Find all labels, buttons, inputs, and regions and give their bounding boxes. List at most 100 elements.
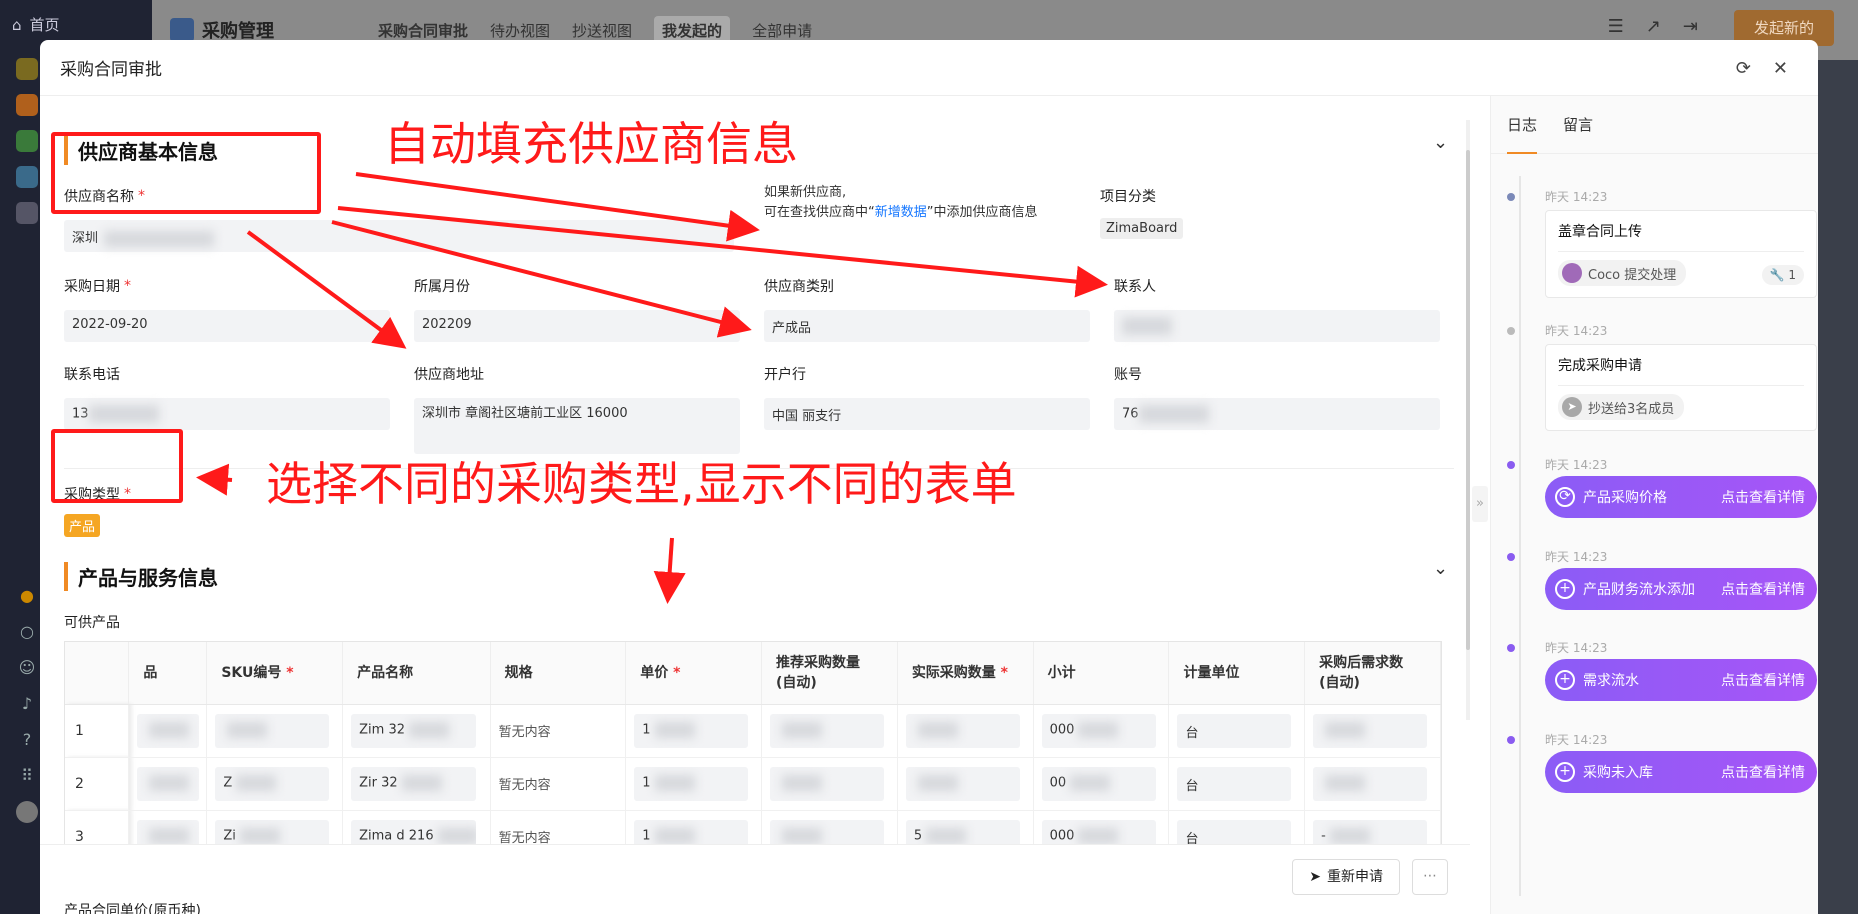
tab-comments[interactable]: 留言 xyxy=(1563,96,1593,154)
supplier-type-input[interactable]: 产成品 xyxy=(764,310,1090,342)
home-label: 首页 xyxy=(29,16,60,34)
app-icon[interactable] xyxy=(16,94,38,116)
bell-icon[interactable]: ♪ xyxy=(16,693,38,715)
contact-input[interactable] xyxy=(1114,310,1440,342)
view-title[interactable]: 采购合同审批 xyxy=(378,20,468,41)
cell-input[interactable]: 00 xyxy=(1041,766,1156,801)
redacted xyxy=(401,774,442,791)
timeline-action-pill[interactable]: + 采购未入库 点击查看详情 xyxy=(1545,751,1817,793)
activity-panel: 日志 留言 昨天 14:23 盖章合同上传 Coco 提交处理 🔧 1 昨天 14:23… xyxy=(1490,96,1818,914)
view-details-link[interactable]: 点击查看详情 xyxy=(1721,487,1805,507)
cell-input[interactable]: 000 xyxy=(1041,713,1156,748)
refresh-icon[interactable]: ⟳ xyxy=(1736,58,1751,79)
address-input[interactable]: 深圳市 章阁社区塘前工业区 16000 xyxy=(414,398,740,454)
grid-icon[interactable] xyxy=(16,202,38,224)
cell-input[interactable]: 台 xyxy=(1177,713,1292,748)
users-icon[interactable]: ☺ xyxy=(16,657,38,679)
cell-value: Z xyxy=(223,775,233,790)
cell-input[interactable]: 1 xyxy=(634,713,749,748)
list-icon[interactable]: ☰ xyxy=(1608,16,1624,37)
supplier-name-input[interactable]: 深圳 xyxy=(64,220,734,252)
timeline-time: 昨天 14:23 xyxy=(1545,550,1608,564)
sidebar-bottom-icons: ● ○ ☺ ♪ ? ⠿ xyxy=(16,585,38,823)
month-input[interactable]: 202209 xyxy=(414,310,740,342)
field-purchase-date: 采购日期 * 2022-09-20 xyxy=(64,276,390,342)
add-icon[interactable]: ● xyxy=(16,585,38,607)
label-text: 所属月份 xyxy=(414,279,470,295)
home-nav[interactable]: ⌂ 首页 xyxy=(12,14,60,35)
cell-input[interactable]: 台 xyxy=(1177,766,1292,801)
account-input[interactable]: 76 xyxy=(1114,398,1440,430)
spec-text: 暂无内容 xyxy=(498,778,551,793)
app-icon[interactable] xyxy=(16,166,38,188)
table-cell xyxy=(1304,704,1441,758)
chart-icon[interactable]: ↗ xyxy=(1646,16,1661,37)
table-cell xyxy=(206,704,344,758)
search-icon[interactable]: ○ xyxy=(16,621,38,643)
timeline-action-pill[interactable]: ⟳ 产品采购价格 点击查看详情 xyxy=(1545,476,1817,518)
products-table: 品 SKU编号 * 产品名称 规格 单价 * 推荐采购数量 (自动) 实际采购数量 * 小计计… xyxy=(64,641,1442,869)
redacted xyxy=(88,405,159,423)
purchase-type-tag[interactable]: 产品 xyxy=(64,514,101,537)
cell-input[interactable]: Z xyxy=(215,766,330,801)
cell-input[interactable]: Zir 32 xyxy=(351,766,476,801)
cell-input[interactable] xyxy=(1313,766,1428,801)
redacted xyxy=(1329,827,1370,844)
annotation-box-supplier xyxy=(51,132,321,214)
required-mark: * xyxy=(281,664,294,681)
hint-line2: 可在查找供应商中“新增数据”中添加供应商信息 xyxy=(764,203,1038,223)
cell-input[interactable] xyxy=(137,713,200,748)
bank-input[interactable]: 中国 丽支行 xyxy=(764,398,1090,430)
view-details-link[interactable]: 点击查看详情 xyxy=(1721,579,1805,599)
chip-text: 抄送给3名成员 xyxy=(1588,401,1675,417)
field-phone: 联系电话 13 xyxy=(64,364,390,430)
cell-input[interactable] xyxy=(1313,713,1428,748)
table-cell: 台 xyxy=(1168,704,1306,758)
cell-input[interactable] xyxy=(215,713,330,748)
redacted xyxy=(149,774,190,791)
redacted xyxy=(1325,721,1366,738)
tab-log[interactable]: 日志 xyxy=(1507,96,1538,154)
chevron-down-icon[interactable]: ⌄ xyxy=(1433,558,1448,579)
value-text: 深圳 xyxy=(72,231,99,246)
tab-all[interactable]: 全部申请 xyxy=(752,20,812,41)
redacted xyxy=(1078,827,1119,844)
chevron-down-icon[interactable]: ⌄ xyxy=(1433,132,1448,153)
scrollbar-thumb[interactable] xyxy=(1466,150,1470,650)
phone-input[interactable]: 13 xyxy=(64,398,390,430)
cell-input[interactable] xyxy=(137,766,200,801)
apps-icon[interactable]: ⠿ xyxy=(16,765,38,787)
table-cell xyxy=(761,757,898,811)
exit-icon[interactable]: ⇥ xyxy=(1683,16,1698,37)
view-details-link[interactable]: 点击查看详情 xyxy=(1721,670,1805,690)
column-header: SKU编号 * xyxy=(206,642,344,705)
add-data-link[interactable]: 新增数据 xyxy=(875,205,927,220)
purchase-date-input[interactable]: 2022-09-20 xyxy=(64,310,390,342)
timeline-action-pill[interactable]: + 产品财务流水添加 点击查看详情 xyxy=(1545,568,1817,610)
close-icon[interactable]: ✕ xyxy=(1773,58,1788,79)
field-label: 供应商地址 xyxy=(414,364,740,384)
app-icon[interactable] xyxy=(16,130,38,152)
app-icon[interactable] xyxy=(16,58,38,80)
avatar[interactable] xyxy=(16,801,38,823)
modal-header-actions: ⟳ ✕ xyxy=(1736,58,1788,79)
collapse-panel-handle[interactable]: » xyxy=(1472,486,1488,522)
cell-input[interactable] xyxy=(905,713,1020,748)
cell-input[interactable]: Zim 32 xyxy=(351,713,476,748)
modal-footer: 产品合同单价(原币种) ➤ 重新申请 ⋯ xyxy=(40,844,1470,914)
view-details-link[interactable]: 点击查看详情 xyxy=(1721,762,1805,782)
more-button[interactable]: ⋯ xyxy=(1412,859,1448,895)
help-icon[interactable]: ? xyxy=(16,729,38,751)
field-label: 所属月份 xyxy=(414,276,740,296)
cell-input[interactable] xyxy=(905,766,1020,801)
status-chip: Coco 提交处理 xyxy=(1558,260,1687,286)
reapply-button[interactable]: ➤ 重新申请 xyxy=(1292,859,1400,895)
cell-value: 000 xyxy=(1049,722,1075,737)
timeline-action-pill[interactable]: + 需求流水 点击查看详情 xyxy=(1545,659,1817,701)
cell-input[interactable]: 1 xyxy=(634,766,749,801)
tab-todo[interactable]: 待办视图 xyxy=(490,20,550,41)
tab-cc[interactable]: 抄送视图 xyxy=(572,20,632,41)
plus-circle-icon: + xyxy=(1555,762,1575,782)
cell-input[interactable] xyxy=(770,766,885,801)
cell-input[interactable] xyxy=(770,713,885,748)
